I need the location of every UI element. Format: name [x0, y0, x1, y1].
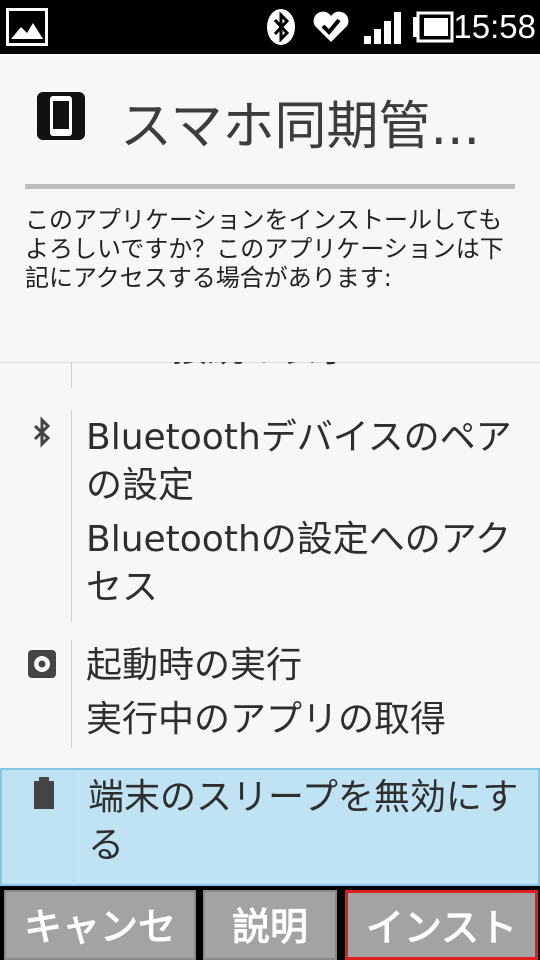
button-bar: キャンセル 説明 インストール: [0, 886, 540, 960]
app-title: スマホ同期管...: [120, 97, 481, 157]
header-divider: [25, 184, 515, 189]
bluetooth-icon: [33, 416, 51, 448]
status-bar: 15:58: [0, 0, 540, 54]
battery-icon: [413, 11, 454, 43]
permission-item: 実行中のアプリの取得: [86, 699, 447, 740]
permission-list[interactable]: Wi-Fi接続の表示 Bluetoothデバイスのペアの設定 Bluetooth…: [0, 362, 540, 886]
bluetooth-icon: [267, 9, 295, 45]
install-button[interactable]: インストール: [345, 890, 538, 960]
install-question: このアプリケーションをインストールしてもよろしいですか？このアプリケーションは下…: [25, 206, 504, 292]
status-time: 15:58: [453, 8, 536, 45]
cancel-button[interactable]: キャンセル: [4, 890, 196, 960]
permission-item: Bluetoothの設定へのアクセス: [86, 519, 511, 608]
permission-item: 端末のスリープを無効にする: [88, 777, 519, 866]
permission-item: Bluetoothデバイスのペアの設定: [86, 417, 512, 506]
permission-group-network: Wi-Fi接続の表示: [0, 362, 540, 388]
permission-group-bluetooth: Bluetoothデバイスのペアの設定 Bluetoothの設定へのアクセス: [0, 410, 540, 622]
health-heart-icon: [313, 11, 349, 42]
permission-item: Wi-Fi接続の表示: [86, 362, 534, 374]
gear-icon: [28, 650, 56, 678]
image-notification-icon: [6, 8, 48, 46]
help-button[interactable]: 説明: [203, 890, 337, 960]
battery-icon: [34, 777, 54, 809]
permission-group-system: 起動時の実行 実行中のアプリの取得: [0, 640, 540, 748]
signal-icon: [364, 12, 401, 44]
permission-item: 起動時の実行: [86, 645, 303, 686]
permission-group-power[interactable]: 端末のスリープを無効にする: [0, 768, 540, 886]
phone-icon: [37, 92, 85, 140]
app-header: スマホ同期管...: [0, 54, 540, 189]
install-dialog: スマホ同期管... このアプリケーションをインストールしてもよろしいですか？この…: [0, 54, 540, 886]
